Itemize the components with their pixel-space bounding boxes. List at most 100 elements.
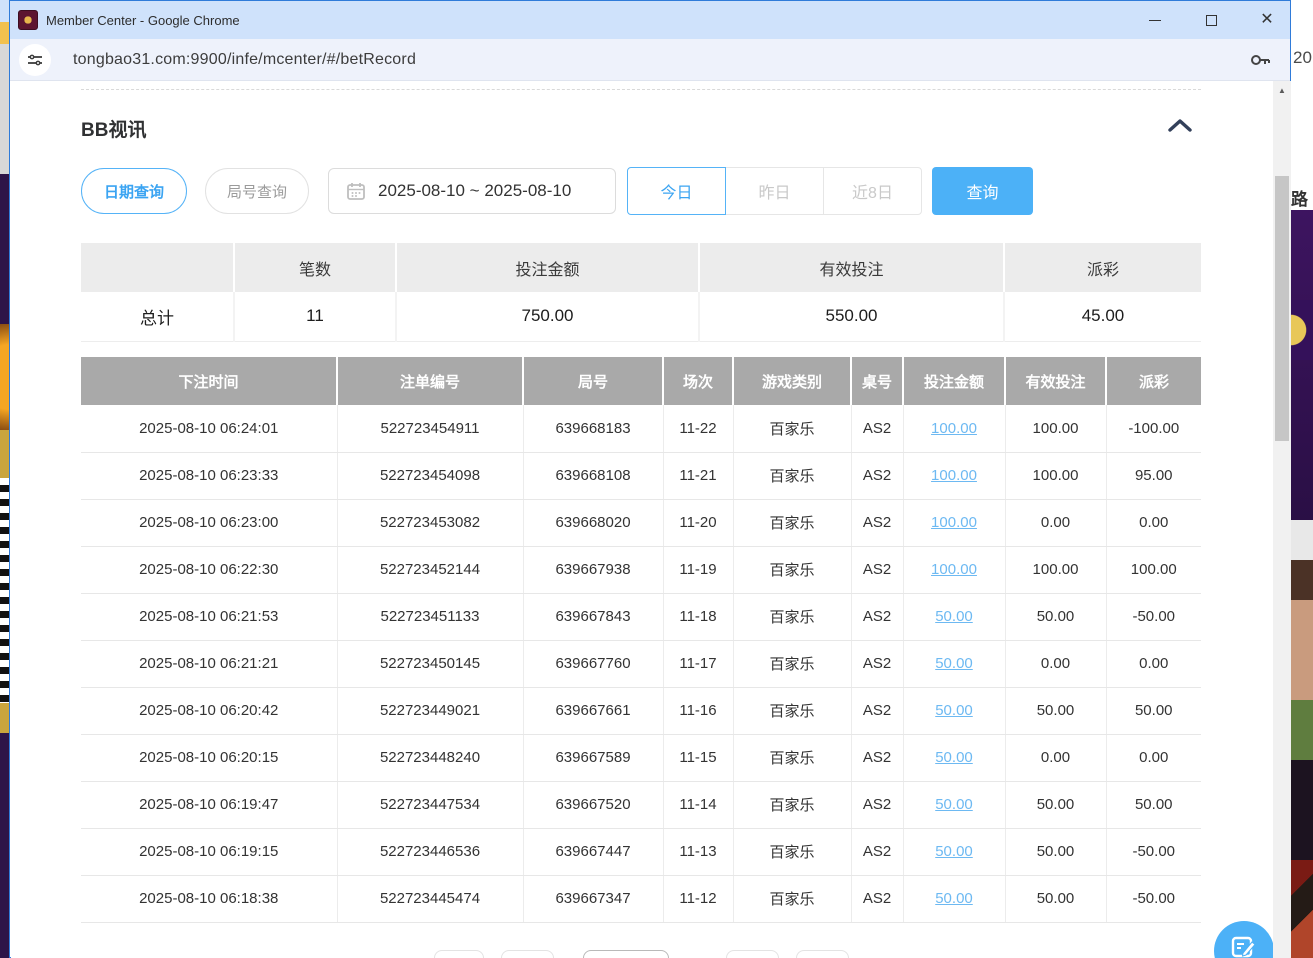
cell-payout: 0.00: [1106, 640, 1201, 687]
bg-fragment: [0, 174, 9, 324]
bg-fragment: [1291, 860, 1313, 958]
browser-window: Member Center - Google Chrome ✕ tongbao3…: [9, 0, 1291, 958]
cell-bet-time: 2025-08-10 06:21:21: [81, 640, 337, 687]
address-bar: tongbao31.com:9900/infe/mcenter/#/betRec…: [10, 39, 1290, 81]
cell-session: 11-19: [663, 546, 733, 593]
bg-fragment: [1291, 0, 1313, 210]
desktop-background-right: 20 路: [1291, 0, 1313, 958]
cell-order-id: 522723453082: [337, 499, 523, 546]
bet-amount-link[interactable]: 100.00: [931, 514, 977, 531]
summary-total-row: 总计 11 750.00 550.00 45.00: [81, 292, 1201, 341]
maximize-button[interactable]: [1198, 7, 1224, 33]
bet-table-header-cell: 局号: [523, 357, 663, 405]
date-range-value: 2025-08-10 ~ 2025-08-10: [378, 181, 571, 201]
summary-total-bet: 750.00: [396, 292, 699, 341]
cell-round-id: 639667843: [523, 593, 663, 640]
scrollbar[interactable]: ▲: [1273, 81, 1291, 958]
bet-amount-link[interactable]: 50.00: [935, 655, 973, 672]
bet-amount-link[interactable]: 100.00: [931, 467, 977, 484]
summary-header-payout: 派彩: [1004, 243, 1201, 292]
minimize-button[interactable]: [1142, 7, 1168, 33]
round-query-tab[interactable]: 局号查询: [205, 168, 309, 214]
summary-header-count: 笔数: [234, 243, 396, 292]
bg-qr-fragment: [0, 478, 9, 703]
cell-bet-time: 2025-08-10 06:21:53: [81, 593, 337, 640]
cell-bet-time: 2025-08-10 06:18:38: [81, 875, 337, 922]
close-button[interactable]: ✕: [1254, 7, 1280, 33]
bet-table-row: 2025-08-10 06:21:21522723450145639667760…: [81, 640, 1201, 687]
bg-fragment: [1291, 520, 1313, 560]
tune-icon: [27, 52, 43, 68]
date-range-input[interactable]: 2025-08-10 ~ 2025-08-10: [328, 168, 616, 214]
cell-valid-bet: 50.00: [1005, 593, 1106, 640]
summary-table: 笔数 投注金额 有效投注 派彩 总计 11 750.00 550.00 45.0…: [81, 243, 1201, 342]
cell-valid-bet: 100.00: [1005, 405, 1106, 452]
bg-fragment: [0, 733, 9, 958]
cell-bet-time: 2025-08-10 06:23:33: [81, 452, 337, 499]
bg-fragment: [1291, 300, 1313, 360]
bet-amount-link[interactable]: 50.00: [935, 890, 973, 907]
bet-table-row: 2025-08-10 06:19:47522723447534639667520…: [81, 781, 1201, 828]
bet-amount-link[interactable]: 100.00: [931, 420, 977, 437]
cell-order-id: 522723451133: [337, 593, 523, 640]
bet-amount-link[interactable]: 50.00: [935, 843, 973, 860]
cell-table-no: AS2: [851, 687, 903, 734]
cell-bet-amount: 50.00: [903, 593, 1005, 640]
bet-table-header-cell: 派彩: [1106, 357, 1201, 405]
cell-bet-amount: 50.00: [903, 828, 1005, 875]
pagination-page-button[interactable]: [501, 950, 554, 958]
key-icon[interactable]: [1248, 49, 1272, 76]
cell-table-no: AS2: [851, 640, 903, 687]
cell-session: 11-17: [663, 640, 733, 687]
cell-valid-bet: 100.00: [1005, 546, 1106, 593]
scrollbar-thumb[interactable]: [1275, 176, 1289, 441]
cell-bet-time: 2025-08-10 06:23:00: [81, 499, 337, 546]
cell-round-id: 639668183: [523, 405, 663, 452]
cell-round-id: 639667760: [523, 640, 663, 687]
bet-table-row: 2025-08-10 06:19:15522723446536639667447…: [81, 828, 1201, 875]
cell-session: 11-16: [663, 687, 733, 734]
cell-bet-time: 2025-08-10 06:20:15: [81, 734, 337, 781]
cell-bet-time: 2025-08-10 06:24:01: [81, 405, 337, 452]
yesterday-button[interactable]: 昨日: [725, 167, 824, 215]
cell-bet-amount: 50.00: [903, 781, 1005, 828]
section-divider: [81, 89, 1201, 90]
pagination-prev-button[interactable]: [434, 950, 484, 958]
cell-round-id: 639667661: [523, 687, 663, 734]
cell-order-id: 522723446536: [337, 828, 523, 875]
bet-table-row: 2025-08-10 06:20:15522723448240639667589…: [81, 734, 1201, 781]
cell-round-id: 639667347: [523, 875, 663, 922]
url-text[interactable]: tongbao31.com:9900/infe/mcenter/#/betRec…: [73, 51, 416, 69]
bet-amount-link[interactable]: 100.00: [931, 561, 977, 578]
cell-game-type: 百家乐: [733, 546, 851, 593]
bet-amount-link[interactable]: 50.00: [935, 702, 973, 719]
bet-table-header-cell: 游戏类别: [733, 357, 851, 405]
bet-amount-link[interactable]: 50.00: [935, 608, 973, 625]
today-button[interactable]: 今日: [627, 167, 726, 215]
cell-bet-amount: 100.00: [903, 405, 1005, 452]
pagination-page-button[interactable]: [726, 950, 779, 958]
pagination-size-select[interactable]: [583, 950, 669, 958]
search-button[interactable]: 查询: [932, 167, 1033, 215]
page-viewport: BB视讯 日期查询 局号查询: [11, 81, 1273, 958]
site-settings-button[interactable]: [19, 44, 51, 76]
calendar-icon: [346, 181, 366, 201]
window-controls: ✕: [1142, 1, 1280, 39]
date-query-tab[interactable]: 日期查询: [81, 168, 187, 214]
bet-amount-link[interactable]: 50.00: [935, 749, 973, 766]
bg-fragment: [1291, 210, 1313, 520]
cell-round-id: 639667938: [523, 546, 663, 593]
collapse-section-button[interactable]: [1167, 117, 1193, 138]
cell-game-type: 百家乐: [733, 452, 851, 499]
bet-amount-link[interactable]: 50.00: [935, 796, 973, 813]
cell-valid-bet: 50.00: [1005, 875, 1106, 922]
last-8-days-button[interactable]: 近8日: [823, 167, 922, 215]
pagination-next-button[interactable]: [796, 950, 849, 958]
summary-header-blank: [81, 243, 234, 292]
site-favicon: [18, 10, 38, 30]
cell-table-no: AS2: [851, 875, 903, 922]
scrollbar-up-arrow[interactable]: ▲: [1273, 83, 1291, 97]
bet-table-row: 2025-08-10 06:24:01522723454911639668183…: [81, 405, 1201, 452]
cell-table-no: AS2: [851, 452, 903, 499]
feedback-fab-button[interactable]: [1214, 921, 1273, 958]
